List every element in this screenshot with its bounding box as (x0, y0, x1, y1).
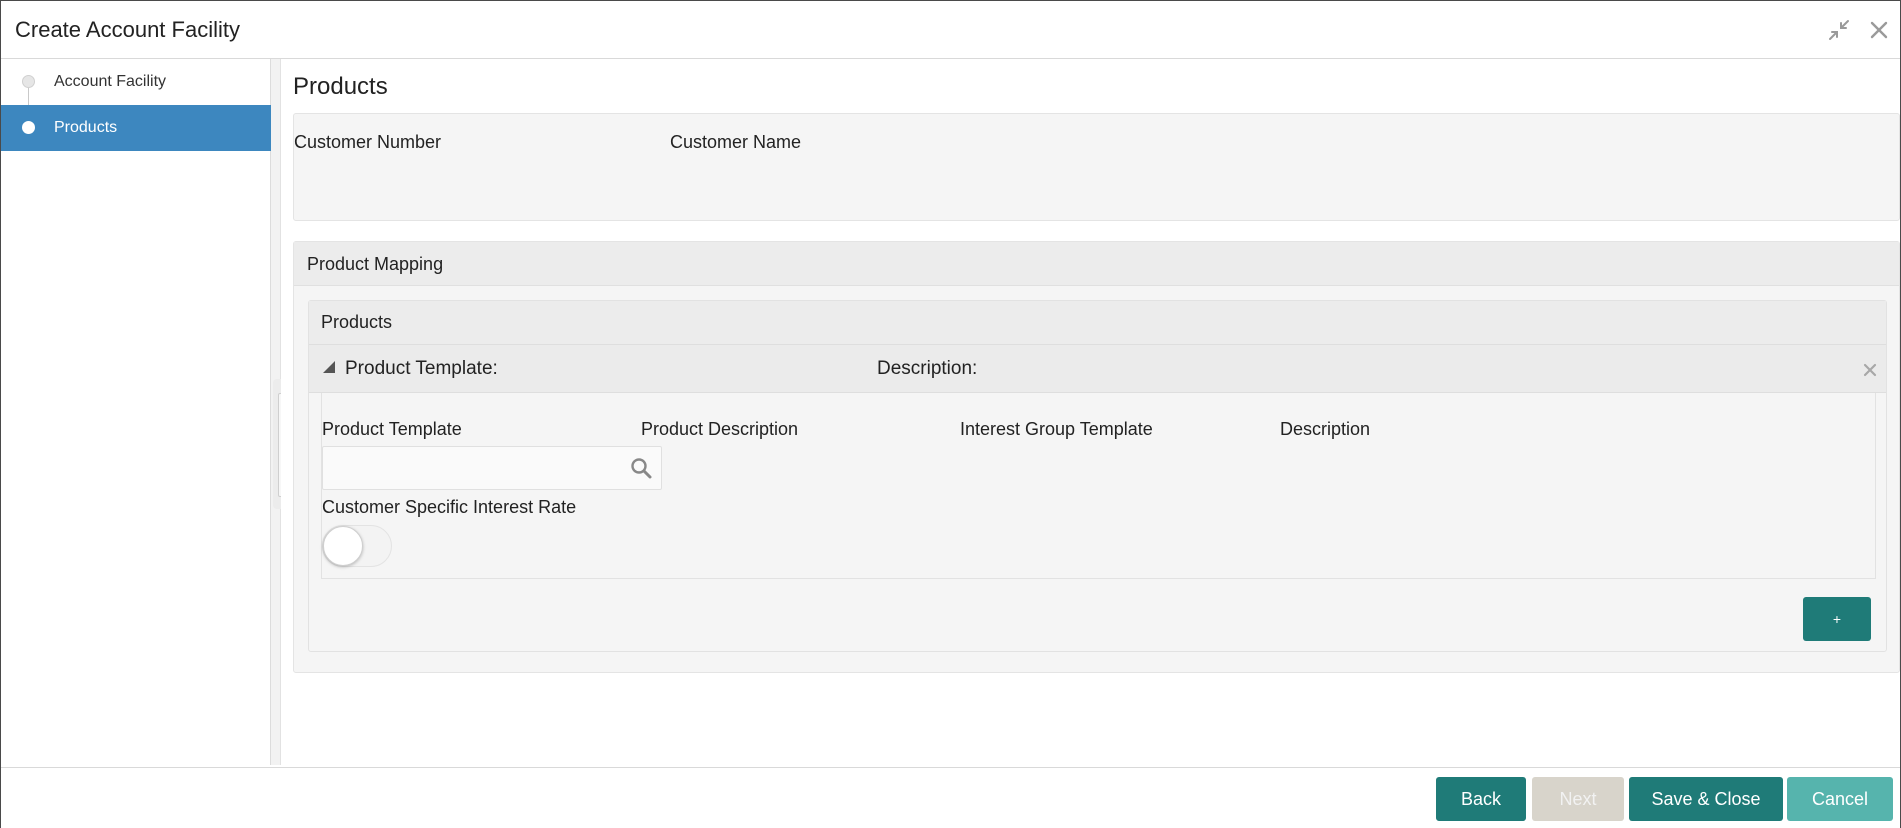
remove-record-icon[interactable] (1861, 361, 1879, 379)
product-mapping-title: Product Mapping (307, 254, 444, 274)
interest-group-template-label: Interest Group Template (960, 419, 1153, 439)
step-dot-icon (22, 75, 35, 88)
next-button[interactable]: Next (1532, 777, 1624, 821)
description-label: Description (1280, 419, 1371, 439)
create-account-facility-window: Create Account Facility Account Facility… (0, 0, 1901, 828)
product-template-label: Product Template (322, 419, 462, 439)
cancel-button[interactable]: Cancel (1787, 777, 1893, 821)
customer-specific-interest-rate-toggle[interactable] (322, 525, 392, 567)
products-header: Products (309, 301, 1886, 345)
step-dot-icon (22, 121, 35, 134)
page-title: Products (293, 73, 388, 100)
product-template-search-field (322, 446, 662, 490)
customer-number-label: Customer Number (294, 132, 442, 152)
sidebar-item-label: Products (54, 119, 118, 136)
step-sidebar: Account Facility Products (1, 59, 271, 765)
window-header: Create Account Facility (1, 1, 1900, 59)
collapse-triangle-icon[interactable] (321, 359, 337, 375)
record-description-label: Description: (877, 358, 978, 379)
product-record-header: Product Template: Description: (309, 345, 1886, 393)
product-template-input[interactable] (323, 447, 623, 489)
sidebar-item-products[interactable]: Products (1, 105, 271, 151)
products-panel: Products Product Template: Description: (308, 300, 1887, 652)
footer-bar: Back Next Save & Close Cancel (1, 767, 1900, 828)
customer-info-panel: Customer Number Customer Name (293, 113, 1900, 221)
close-icon[interactable] (1866, 17, 1892, 43)
record-product-template-label: Product Template: (345, 358, 498, 379)
toggle-knob (323, 526, 363, 566)
back-button[interactable]: Back (1436, 777, 1526, 821)
add-product-button[interactable]: + (1803, 597, 1871, 641)
minimize-icon[interactable] (1826, 17, 1852, 43)
product-record-body: Product Template Product Description Int… (321, 393, 1876, 579)
product-mapping-header: Product Mapping (294, 242, 1899, 286)
customer-specific-interest-rate-label: Customer Specific Interest Rate (322, 497, 577, 517)
search-icon[interactable] (629, 456, 653, 480)
window-title: Create Account Facility (15, 17, 240, 42)
customer-name-label: Customer Name (670, 132, 802, 152)
sidebar-item-account-facility[interactable]: Account Facility (1, 59, 271, 105)
products-title: Products (321, 312, 393, 332)
sidebar-item-label: Account Facility (54, 73, 167, 90)
save-close-button[interactable]: Save & Close (1629, 777, 1783, 821)
product-description-label: Product Description (641, 419, 799, 439)
product-mapping-panel: Product Mapping Products Product Templat… (293, 241, 1900, 673)
main-content: Products Customer Number Customer Name P… (281, 59, 1900, 765)
